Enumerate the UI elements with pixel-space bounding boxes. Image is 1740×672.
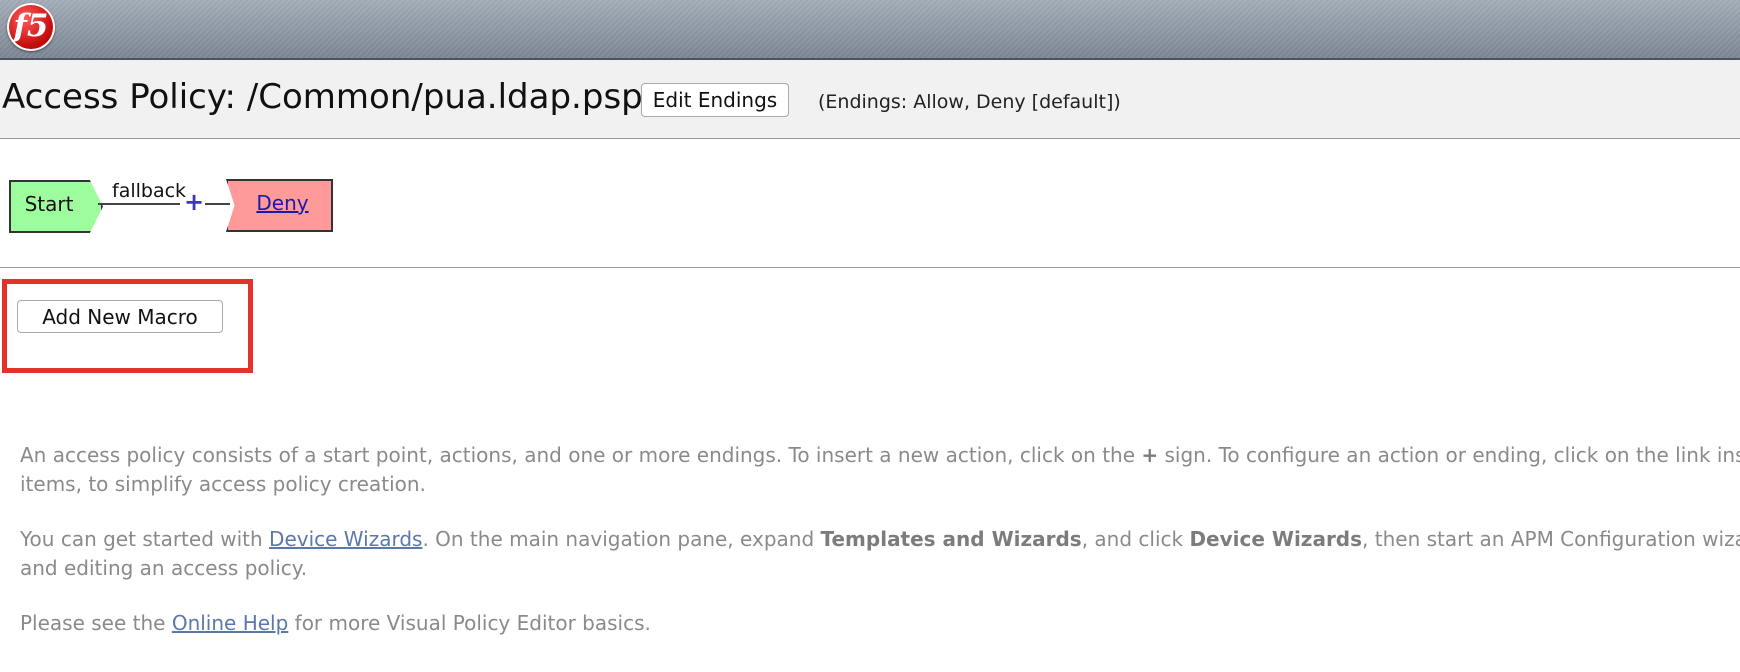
top-banner: f5 (0, 0, 1740, 60)
help-paragraph-3: Please see the Online Help for more Visu… (20, 611, 651, 635)
edit-endings-button[interactable]: Edit Endings (641, 83, 789, 117)
section-divider (0, 267, 1740, 268)
help-paragraph-2-cont: and editing an access policy. (20, 556, 308, 580)
flow-connector (205, 203, 230, 205)
add-new-macro-button[interactable]: Add New Macro (17, 300, 223, 333)
help-text: An access policy consists of a start poi… (20, 441, 1740, 638)
deny-ending-link[interactable]: Deny (236, 179, 329, 228)
endings-note: (Endings: Allow, Deny [default]) (818, 91, 1121, 113)
flow-connector (98, 203, 180, 205)
insert-action-plus-icon[interactable]: + (184, 188, 204, 216)
page-title: Access Policy: /Common/pua.ldap.psp (2, 77, 643, 117)
start-node-label: Start (24, 192, 74, 216)
help-paragraph-1-cont: items, to simplify access policy creatio… (20, 472, 426, 496)
fallback-branch-label: fallback (112, 180, 187, 202)
help-paragraph-1: An access policy consists of a start poi… (20, 443, 1740, 467)
f5-logo[interactable]: f5 (7, 3, 55, 51)
device-wizards-link[interactable]: Device Wizards (269, 527, 422, 551)
help-paragraph-2: You can get started with Device Wizards.… (20, 527, 1740, 551)
online-help-link[interactable]: Online Help (172, 611, 288, 635)
